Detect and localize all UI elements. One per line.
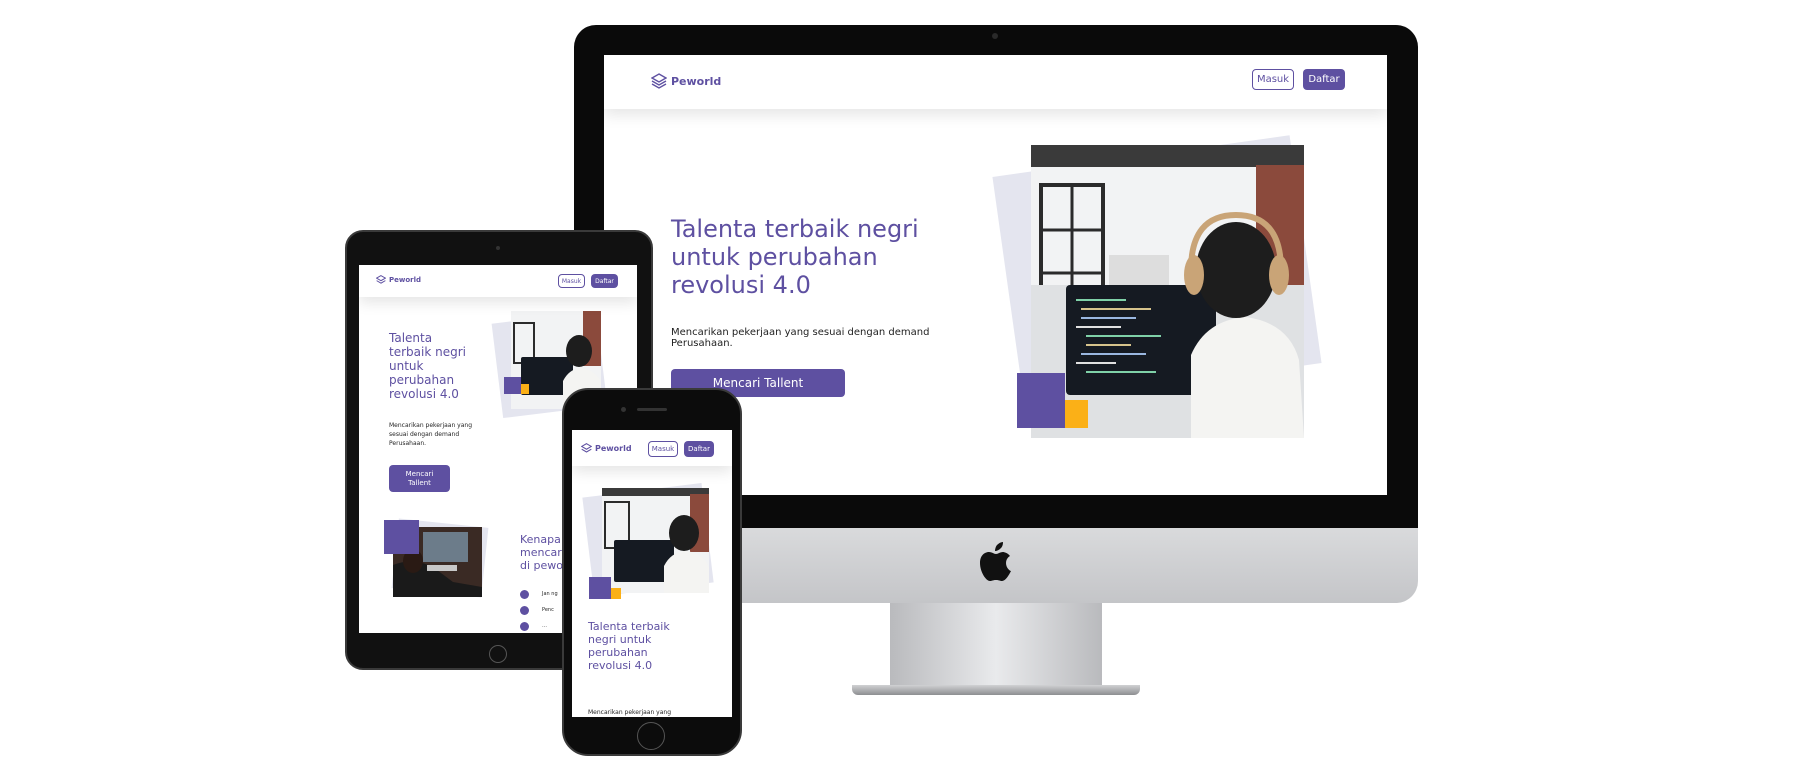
phone-brand-logo[interactable]: Peworld bbox=[581, 443, 632, 454]
phone-accent-square-purple bbox=[589, 577, 611, 599]
title-line: Talenta terbaik bbox=[588, 620, 670, 633]
accent-square-purple bbox=[1017, 373, 1065, 428]
title-line: terbaik negri bbox=[389, 345, 466, 359]
developer-photo bbox=[602, 488, 709, 593]
title-line: revolusi 4.0 bbox=[588, 659, 653, 672]
title-line: Talenta bbox=[389, 331, 433, 345]
title-line: perubahan bbox=[588, 646, 648, 659]
developer-photo bbox=[1031, 145, 1304, 438]
subtitle-line: Mencarikan pekerjaan yang bbox=[389, 422, 473, 429]
check-circle-icon bbox=[520, 622, 529, 631]
phone-hero-subtitle: Mencarikan pekerjaan yang bbox=[588, 709, 672, 716]
login-button[interactable]: Masuk bbox=[1252, 69, 1294, 90]
cta-line: Tallent bbox=[408, 478, 431, 487]
stacked-layers-icon bbox=[651, 73, 667, 89]
title-line: negri untuk bbox=[588, 633, 652, 646]
phone-login-button[interactable]: Masuk bbox=[648, 441, 678, 457]
title-line: perubahan bbox=[389, 373, 455, 387]
accent-square-orange bbox=[1065, 400, 1088, 428]
tablet-section-accent-square bbox=[384, 520, 419, 554]
tablet-navbar: Peworld Masuk Daftar bbox=[359, 265, 637, 297]
phone-speaker bbox=[637, 408, 667, 411]
tablet-brand-logo[interactable]: Peworld bbox=[376, 275, 421, 285]
imac-foot bbox=[852, 685, 1140, 695]
tablet-camera bbox=[496, 246, 500, 250]
stacked-layers-icon bbox=[581, 443, 592, 453]
list-item-label: … bbox=[542, 623, 547, 629]
phone-home-button[interactable] bbox=[637, 722, 665, 750]
tablet-find-talent-button[interactable]: Mencari Tallent bbox=[389, 465, 450, 492]
phone-screen: Peworld Masuk Daftar Talenta terbaik neg… bbox=[572, 430, 732, 717]
title-line: untuk bbox=[389, 359, 424, 373]
subtitle-line: sesuai dengan demand bbox=[389, 431, 460, 438]
imac-stand bbox=[890, 603, 1102, 691]
phone-hero-title: Talenta terbaik negri untuk perubahan re… bbox=[588, 620, 670, 672]
register-button[interactable]: Daftar bbox=[1303, 69, 1345, 90]
webcam bbox=[992, 33, 998, 39]
list-item-label: Jan ng bbox=[542, 591, 558, 597]
phone-hero-image bbox=[602, 488, 709, 593]
check-circle-icon bbox=[520, 590, 529, 599]
tablet-register-button[interactable]: Daftar bbox=[591, 274, 618, 288]
hero-image bbox=[1031, 145, 1304, 438]
phone-brand-name: Peworld bbox=[595, 444, 632, 453]
list-item-label: Penc bbox=[542, 607, 554, 613]
cta-line: Mencari bbox=[405, 469, 434, 478]
brand-name: Peworld bbox=[671, 74, 722, 88]
title-line: revolusi 4.0 bbox=[389, 387, 459, 401]
phone-accent-square-orange bbox=[611, 588, 621, 599]
tablet-brand-name: Peworld bbox=[389, 276, 422, 284]
tablet-hero-title: Talenta terbaik negri untuk perubahan re… bbox=[389, 331, 466, 401]
stacked-layers-icon bbox=[376, 275, 386, 284]
tablet-login-button[interactable]: Masuk bbox=[558, 274, 585, 288]
phone-register-button[interactable]: Daftar bbox=[684, 441, 714, 457]
apple-logo-icon bbox=[980, 542, 1011, 581]
tablet-hero-subtitle: Mencarikan pekerjaan yang sesuai dengan … bbox=[389, 421, 472, 448]
phone-navbar: Peworld Masuk Daftar bbox=[572, 430, 732, 466]
phone-camera bbox=[621, 407, 626, 412]
tablet-accent-square-orange bbox=[521, 384, 529, 394]
hero-title: Talenta terbaik negri untuk perubahan re… bbox=[671, 215, 919, 299]
hero-subtitle: Mencarikan pekerjaan yang sesuai dengan … bbox=[671, 327, 930, 349]
brand-logo[interactable]: Peworld bbox=[651, 73, 721, 89]
tablet-accent-square-purple bbox=[504, 377, 521, 394]
check-circle-icon bbox=[520, 606, 529, 615]
subtitle-line: Perusahaan. bbox=[389, 440, 427, 447]
navbar: Peworld Masuk Daftar bbox=[604, 55, 1387, 109]
tablet-home-button[interactable] bbox=[489, 645, 507, 663]
